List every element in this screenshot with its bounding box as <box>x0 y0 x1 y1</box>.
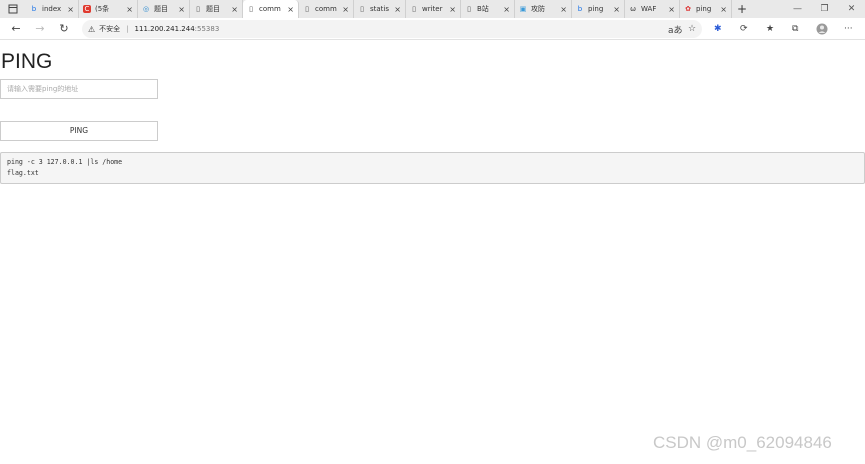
close-tab-icon[interactable]: × <box>342 5 349 14</box>
page-icon: ▯ <box>412 5 416 13</box>
tab-label: statis <box>370 5 390 13</box>
bing-icon: b <box>577 5 583 13</box>
tab-label: writer <box>422 5 443 13</box>
close-tab-icon[interactable]: × <box>178 5 185 14</box>
page-title: PING <box>1 50 53 73</box>
output-line: ping -c 3 127.0.0.1 |ls /home <box>7 158 123 166</box>
browser-tab[interactable]: ▯ 题目 × <box>190 0 243 18</box>
browser-tab[interactable]: ▯ comm × <box>299 0 354 18</box>
browser-tab[interactable]: b index × <box>26 0 79 18</box>
more-menu-icon[interactable]: ··· <box>844 18 853 40</box>
browser-tab[interactable]: b ping × <box>572 0 625 18</box>
tab-actions-icon <box>8 4 18 14</box>
browser-tab[interactable]: ◎ 题目 × <box>138 0 190 18</box>
tab-label: 题目 <box>154 5 168 13</box>
address-input[interactable]: 请输入需要ping的地址 <box>0 79 158 99</box>
close-tab-icon[interactable]: × <box>503 5 510 14</box>
page-icon: ▯ <box>249 5 253 13</box>
window-controls: — ❐ ✕ <box>784 0 865 18</box>
close-tab-icon[interactable]: × <box>126 5 133 14</box>
close-tab-icon[interactable]: × <box>560 5 567 14</box>
close-window-icon[interactable]: ✕ <box>838 0 865 18</box>
security-label: 不安全 <box>99 25 121 33</box>
browser-tab[interactable]: ▯ B站 × <box>461 0 515 18</box>
warning-icon: ⚠ <box>88 24 96 34</box>
output-line: flag.txt <box>7 169 39 177</box>
tab-label: 题目 <box>206 5 220 13</box>
tab-label: ping <box>696 5 712 13</box>
close-tab-icon[interactable]: × <box>67 5 74 14</box>
tab-label: 攻防 <box>531 5 545 13</box>
waf-icon: ω <box>630 5 636 13</box>
page-icon: ▯ <box>196 5 200 13</box>
tab-label: comm <box>315 5 337 13</box>
page-content: PING 请输入需要ping的地址 PING ping -c 3 127.0.0… <box>0 40 865 464</box>
minimize-icon[interactable]: — <box>784 0 811 18</box>
redicon-icon: ✿ <box>685 5 691 13</box>
tab-label: WAF <box>641 5 657 13</box>
close-tab-icon[interactable]: × <box>394 5 401 14</box>
collections-icon[interactable]: ⧉ <box>792 18 798 40</box>
csdn-icon: C <box>83 5 91 13</box>
restore-icon[interactable]: ❐ <box>811 0 838 18</box>
bing-icon: b <box>31 5 37 13</box>
command-output: ping -c 3 127.0.0.1 |ls /home flag.txt <box>0 152 865 184</box>
browser-tab[interactable]: ✿ ping × <box>680 0 732 18</box>
page-icon: ▯ <box>305 5 309 13</box>
page-icon: ▯ <box>360 5 364 13</box>
close-tab-icon[interactable]: × <box>287 5 294 14</box>
ping-button[interactable]: PING <box>0 121 158 141</box>
browser-tab[interactable]: C (5条 × <box>79 0 138 18</box>
watermark: CSDN @m0_62094846 <box>653 433 832 452</box>
tab-label: ping <box>588 5 604 13</box>
close-tab-icon[interactable]: × <box>668 5 675 14</box>
extension-icon[interactable]: ✱ <box>714 18 722 40</box>
page-icon: ▯ <box>467 5 471 13</box>
browser-tab[interactable]: ▣ 攻防 × <box>515 0 572 18</box>
close-tab-icon[interactable]: × <box>613 5 620 14</box>
favorite-add-icon[interactable]: ☆ <box>688 18 696 40</box>
close-tab-icon[interactable]: × <box>231 5 238 14</box>
browser-tab[interactable]: ω WAF × <box>625 0 680 18</box>
new-tab-button[interactable]: + <box>732 2 752 16</box>
url-port: :55383 <box>194 25 220 33</box>
forward-icon[interactable]: → <box>28 22 52 35</box>
browser-tab[interactable]: ▯ statis × <box>354 0 406 18</box>
close-tab-icon[interactable]: × <box>449 5 456 14</box>
tab-strip: b index × C (5条 × ◎ 题目 × ▯ 题目 × ▯ comm × ▯ comm × ▯ statis ×… <box>0 0 865 18</box>
address-bar-row: ← → ↻ ⚠ 不安全 | 111.200.241.244:55383 aあ ☆… <box>0 18 865 40</box>
profile-avatar[interactable] <box>816 18 828 40</box>
tab-label: comm <box>259 5 281 13</box>
back-icon[interactable]: ← <box>4 22 28 35</box>
sync-icon[interactable]: ⟳ <box>740 18 748 40</box>
tab-label: (5条 <box>95 5 110 13</box>
tab-label: index <box>42 5 62 13</box>
close-tab-icon[interactable]: × <box>720 5 727 14</box>
refresh-icon[interactable]: ↻ <box>52 22 76 35</box>
circle-icon: ◎ <box>142 5 150 13</box>
tv-icon: ▣ <box>519 5 527 13</box>
read-aloud-icon[interactable]: aあ <box>668 18 683 40</box>
url-host: 111.200.241.244 <box>134 25 195 33</box>
browser-tab[interactable]: ▯ writer × <box>406 0 461 18</box>
favorites-icon[interactable]: ★ <box>766 18 774 40</box>
url-field[interactable]: ⚠ 不安全 | 111.200.241.244:55383 <box>82 20 702 38</box>
tab-label: B站 <box>477 5 489 13</box>
tab-actions-button[interactable] <box>0 0 26 18</box>
url-separator: | <box>126 25 129 33</box>
browser-tab[interactable]: ▯ comm × <box>243 0 299 18</box>
